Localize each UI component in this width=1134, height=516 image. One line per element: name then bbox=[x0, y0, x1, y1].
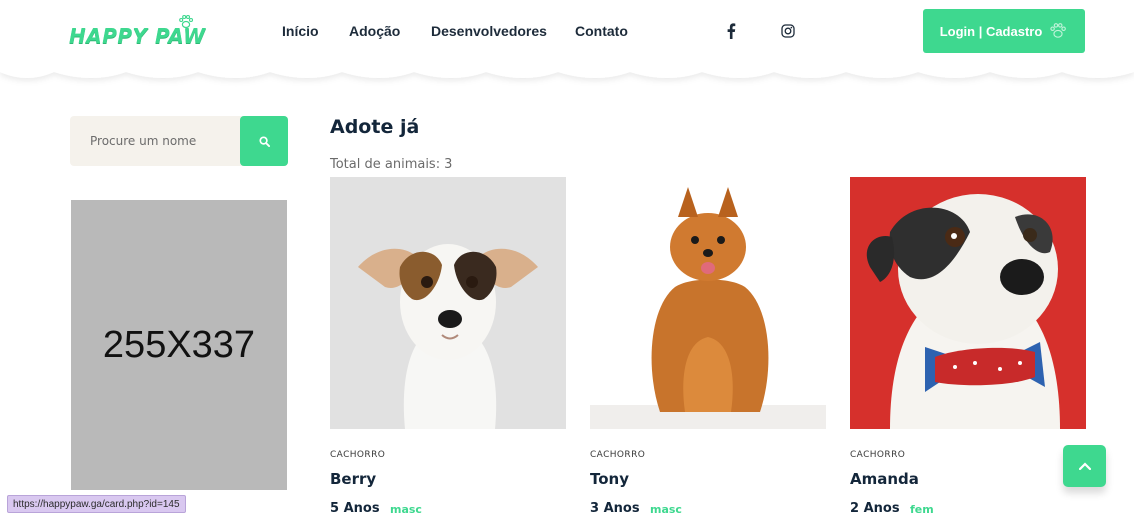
total-count: 3 bbox=[444, 157, 453, 172]
nav-adocao[interactable]: Adoção bbox=[349, 23, 400, 39]
pet-species: CACHORRO bbox=[590, 450, 646, 460]
pet-age: 2 Anos bbox=[850, 501, 900, 516]
pet-species: CACHORRO bbox=[850, 450, 906, 460]
login-register-button[interactable]: Login | Cadastro bbox=[923, 9, 1085, 53]
login-label: Login | Cadastro bbox=[939, 23, 1043, 39]
total-label: Total de animais: bbox=[330, 157, 441, 172]
ad-placeholder: 255X337 bbox=[71, 200, 287, 490]
facebook-icon[interactable] bbox=[722, 22, 740, 40]
search-input[interactable] bbox=[70, 116, 240, 166]
chevron-up-icon bbox=[1078, 462, 1091, 470]
nav-inicio[interactable]: Início bbox=[282, 23, 319, 39]
pet-photo[interactable] bbox=[590, 177, 826, 429]
search-button[interactable] bbox=[240, 116, 288, 166]
search-box bbox=[70, 116, 288, 166]
pet-species: CACHORRO bbox=[330, 450, 386, 460]
pet-name[interactable]: Tony bbox=[590, 470, 629, 488]
status-bar-url: https://happypaw.ga/card.php?id=145 bbox=[7, 495, 186, 513]
instagram-icon[interactable] bbox=[779, 22, 797, 40]
header-wave-divider bbox=[0, 58, 1134, 78]
pet-sex: fem bbox=[910, 503, 934, 516]
pet-photo[interactable] bbox=[850, 177, 1086, 429]
pet-name[interactable]: Berry bbox=[330, 470, 376, 488]
pet-age: 3 Anos bbox=[590, 501, 640, 516]
search-icon bbox=[258, 135, 270, 147]
pet-photo[interactable] bbox=[330, 177, 566, 429]
pet-sex: masc bbox=[390, 503, 422, 516]
total-animals: Total de animais: 3 bbox=[330, 157, 452, 172]
pet-sex: masc bbox=[650, 503, 682, 516]
site-header: HAPPY PAW Início Adoção Desenvolvedores … bbox=[0, 0, 1134, 78]
page-title: Adote já bbox=[330, 116, 420, 138]
paw-icon bbox=[1050, 23, 1067, 38]
scroll-to-top-button[interactable] bbox=[1063, 445, 1106, 487]
nav-desenvolvedores[interactable]: Desenvolvedores bbox=[431, 23, 547, 39]
pet-age: 5 Anos bbox=[330, 501, 380, 516]
paw-icon bbox=[179, 14, 194, 29]
nav-contato[interactable]: Contato bbox=[575, 23, 628, 39]
pet-name[interactable]: Amanda bbox=[850, 470, 919, 488]
